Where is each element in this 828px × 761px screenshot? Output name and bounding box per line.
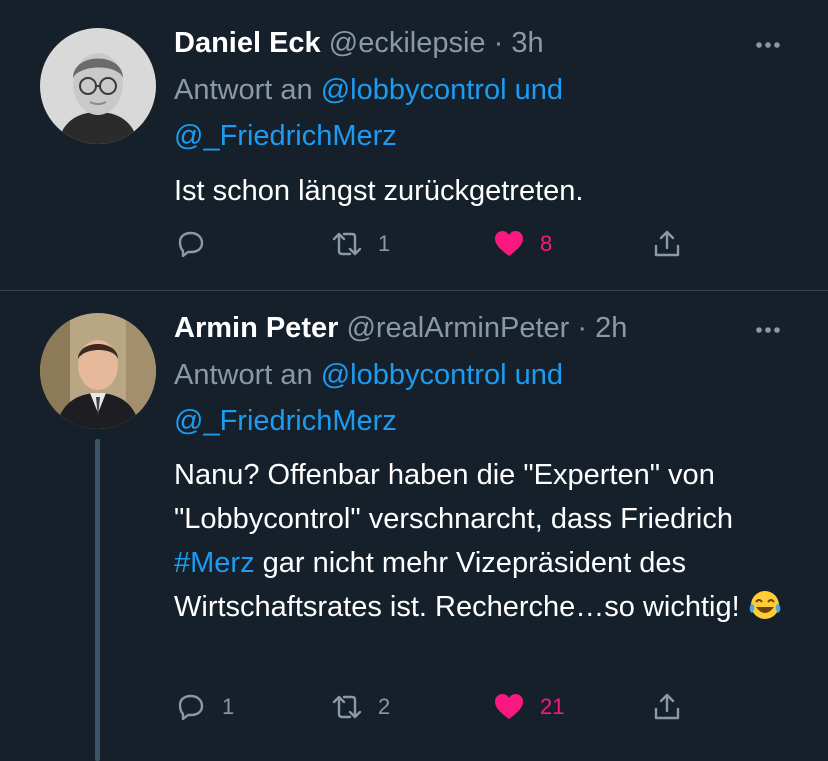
like-count: 8 <box>540 231 553 256</box>
separator-dot: · <box>569 312 596 344</box>
reply-icon <box>178 231 204 258</box>
mention-link[interactable]: @lobbycontrol <box>321 74 507 106</box>
tweet-text-part: Nanu? Offenbar haben die "Experten" von … <box>174 459 733 535</box>
hashtag-link[interactable]: #Merz <box>174 547 255 579</box>
retweet-button[interactable]: 1 <box>330 224 390 264</box>
retweet-icon <box>332 695 362 719</box>
timestamp[interactable]: 2h <box>595 312 627 344</box>
reply-count: 1 <box>222 694 235 719</box>
mention-link[interactable]: @_FriedrichMerz <box>174 405 397 437</box>
author-name[interactable]: Armin Peter <box>174 312 338 344</box>
avatar[interactable] <box>40 28 156 144</box>
reply-conjunction: und <box>514 74 563 106</box>
retweet-icon <box>332 232 362 256</box>
action-bar: 1 2 21 <box>174 687 714 727</box>
reply-prefix: Antwort an <box>174 74 313 106</box>
tweet-text-part: gar nicht mehr Vizepräsident des Wirtsch… <box>174 547 740 623</box>
more-icon[interactable] <box>748 30 788 60</box>
tweet-1[interactable]: Daniel Eck @eckilepsie · 3h Antwort an @… <box>0 0 828 290</box>
tweet-header: Daniel Eck @eckilepsie · 3h <box>174 25 544 61</box>
more-icon[interactable] <box>748 315 788 345</box>
reply-prefix: Antwort an <box>174 359 313 391</box>
author-handle[interactable]: @realArminPeter <box>346 312 569 344</box>
tweet-2[interactable]: Armin Peter @realArminPeter · 2h Antwort… <box>0 291 828 761</box>
reply-context: Antwort an @lobbycontrol und @_Friedrich… <box>174 67 563 159</box>
tweet-text: Ist schon längst zurückgetreten. <box>174 175 584 207</box>
reply-button[interactable]: 1 <box>174 687 234 727</box>
tweet-text: Nanu? Offenbar haben die "Experten" von … <box>174 453 794 635</box>
author-name[interactable]: Daniel Eck <box>174 27 321 59</box>
share-icon <box>654 230 680 257</box>
mention-link[interactable]: @lobbycontrol <box>321 359 507 391</box>
like-button[interactable]: 21 <box>492 687 564 727</box>
mention-link[interactable]: @_FriedrichMerz <box>174 120 397 152</box>
thread-line <box>95 439 100 761</box>
timestamp[interactable]: 3h <box>511 27 543 59</box>
share-button[interactable] <box>650 224 684 264</box>
avatar[interactable] <box>40 313 156 429</box>
heart-icon <box>495 694 523 719</box>
reply-context: Antwort an @lobbycontrol und @_Friedrich… <box>174 352 563 444</box>
reply-conjunction: und <box>514 359 563 391</box>
retweet-button[interactable]: 2 <box>330 687 390 727</box>
share-button[interactable] <box>650 687 684 727</box>
tweet-header: Armin Peter @realArminPeter · 2h <box>174 310 627 346</box>
heart-icon <box>495 231 523 256</box>
action-bar: 1 8 <box>174 224 714 264</box>
reply-icon <box>178 694 204 721</box>
retweet-count: 1 <box>378 231 391 256</box>
retweet-count: 2 <box>378 694 391 719</box>
share-icon <box>654 693 680 720</box>
reply-button[interactable] <box>174 224 222 264</box>
face-with-tears-of-joy-icon <box>748 588 782 635</box>
separator-dot: · <box>485 27 512 59</box>
like-button[interactable]: 8 <box>492 224 552 264</box>
like-count: 21 <box>540 694 565 719</box>
author-handle[interactable]: @eckilepsie <box>329 27 486 59</box>
